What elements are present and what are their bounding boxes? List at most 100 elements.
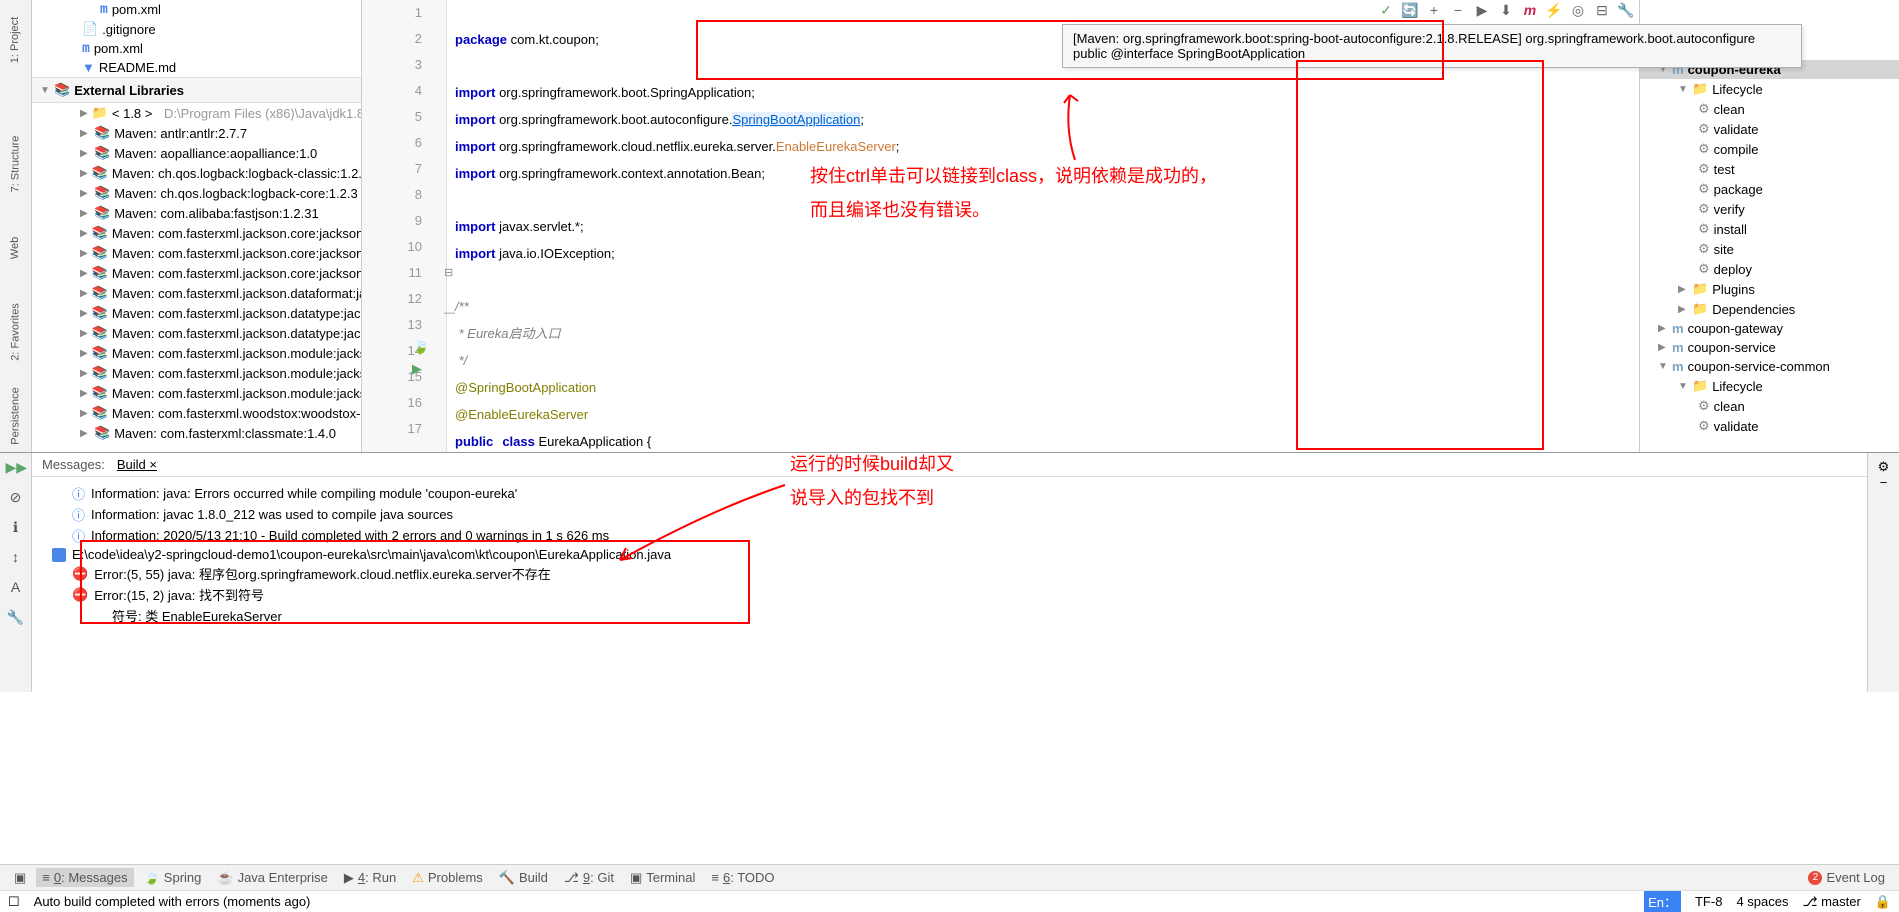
maven-goal[interactable]: ⚙validate bbox=[1640, 119, 1899, 139]
lock-icon[interactable]: 🔒 bbox=[1875, 894, 1891, 910]
bottom-tool-bar: ▣ ≡ 0: Messages 🍃 Spring ☕ Java Enterpri… bbox=[0, 864, 1899, 890]
tree-library[interactable]: ▶📚Maven: com.alibaba:fastjson:1.2.31 bbox=[32, 203, 361, 223]
tree-library[interactable]: ▶📚Maven: com.fasterxml.jackson.dataforma… bbox=[32, 283, 361, 303]
maven-module[interactable]: ▼mcoupon-service-common bbox=[1640, 357, 1899, 376]
bottom-problems[interactable]: ⚠ Problems bbox=[406, 868, 489, 888]
error-line[interactable]: ⛔Error:(5, 55) java: 程序包org.springframew… bbox=[42, 563, 1857, 584]
plus-icon[interactable]: + bbox=[1425, 2, 1443, 20]
event-log[interactable]: 2 Event Log bbox=[1802, 868, 1891, 887]
line-gutter: 1234567891011121314151617 ⊟ — bbox=[362, 0, 447, 452]
encoding[interactable]: TF-8 bbox=[1695, 894, 1722, 909]
tree-library[interactable]: ▶📚Maven: com.fasterxml.jackson.module:ja… bbox=[32, 363, 361, 383]
tree-library[interactable]: ▶📚Maven: aopalliance:aopalliance:1.0 bbox=[32, 143, 361, 163]
refresh-icon[interactable]: 🔄 bbox=[1401, 2, 1419, 20]
bottom-toggle[interactable]: ▣ bbox=[8, 868, 32, 888]
tree-library[interactable]: ▶📚Maven: com.fasterxml.woodstox:woodstox… bbox=[32, 403, 361, 423]
ctrl-click-link[interactable]: SpringBootApplication bbox=[732, 112, 860, 127]
project-tree[interactable]: mpom.xml 📄.gitignore mpom.xml ▼README.md… bbox=[32, 0, 362, 452]
bottom-spring[interactable]: 🍃 Spring bbox=[138, 868, 208, 888]
gear-icon[interactable]: ⚙ bbox=[1878, 459, 1890, 474]
tree-library[interactable]: ▶📚Maven: com.fasterxml.jackson.module:ja… bbox=[32, 383, 361, 403]
bottom-todo[interactable]: ≡ 6: TODO bbox=[705, 868, 780, 887]
tab-persistence[interactable]: Persistence bbox=[10, 387, 22, 444]
maven-module[interactable]: ▶mcoupon-service bbox=[1640, 338, 1899, 357]
maven-lifecycle[interactable]: ▼📁Lifecycle bbox=[1640, 376, 1899, 396]
info-line[interactable]: ⓘInformation: java: Errors occurred whil… bbox=[42, 483, 1857, 504]
info-line[interactable]: ⓘInformation: 2020/5/13 21:10 - Build co… bbox=[42, 525, 1857, 546]
maven-plugins[interactable]: ▶📁Plugins bbox=[1640, 279, 1899, 299]
maven-module[interactable]: ▶mcoupon-gateway bbox=[1640, 319, 1899, 338]
filter-icon[interactable]: ℹ bbox=[6, 519, 26, 539]
collapse-icon[interactable]: ⊟ bbox=[1593, 2, 1611, 20]
maven-goal[interactable]: ⚙deploy bbox=[1640, 259, 1899, 279]
tab-web[interactable]: Web bbox=[9, 237, 21, 259]
tree-library[interactable]: ▶📚Maven: com.fasterxml.jackson.core:jack… bbox=[32, 223, 361, 243]
tab-structure[interactable]: 7: Structure bbox=[10, 136, 22, 193]
maven-goal[interactable]: ⚙package bbox=[1640, 179, 1899, 199]
maven-goal[interactable]: ⚙compile bbox=[1640, 139, 1899, 159]
file-line[interactable]: E:\code\idea\y2-springcloud-demo1\coupon… bbox=[42, 546, 1857, 563]
fold-icon[interactable]: ⊟ bbox=[444, 260, 453, 286]
bottom-build[interactable]: 🔨 Build bbox=[493, 868, 554, 888]
tree-library[interactable]: ▶📚Maven: com.fasterxml.jackson.core:jack… bbox=[32, 263, 361, 283]
tree-file[interactable]: mpom.xml bbox=[32, 39, 361, 58]
maven-goal[interactable]: ⚙site bbox=[1640, 239, 1899, 259]
maven-deps[interactable]: ▶📁Dependencies bbox=[1640, 299, 1899, 319]
run-icon[interactable]: ▶ bbox=[412, 361, 429, 377]
wrench-icon[interactable]: 🔧 bbox=[6, 609, 26, 629]
minus-icon[interactable]: − bbox=[1449, 2, 1467, 20]
run-icon[interactable]: ▶ bbox=[1473, 2, 1491, 20]
options-icon[interactable]: A bbox=[6, 579, 26, 599]
tree-library[interactable]: ▶📚Maven: com.fasterxml:classmate:1.4.0 bbox=[32, 423, 361, 443]
tree-file[interactable]: ▼README.md bbox=[32, 58, 361, 77]
tree-library[interactable]: ▶📚Maven: antlr:antlr:2.7.7 bbox=[32, 123, 361, 143]
external-libraries-node[interactable]: ▼📚External Libraries bbox=[32, 77, 361, 103]
git-branch[interactable]: ⎇ master bbox=[1802, 894, 1860, 910]
settings-icon[interactable]: 🔧 bbox=[1617, 2, 1635, 20]
stop-icon[interactable]: ⊘ bbox=[6, 489, 26, 509]
maven-goal[interactable]: ⚙validate bbox=[1640, 416, 1899, 436]
rerun-icon[interactable]: ▶▶ bbox=[6, 459, 26, 479]
maven-goal[interactable]: ⚙clean bbox=[1640, 99, 1899, 119]
tree-jdk[interactable]: ▶📁< 1.8 > D:\Program Files (x86)\Java\jd… bbox=[32, 103, 361, 123]
maven-goal[interactable]: ⚙clean bbox=[1640, 396, 1899, 416]
bottom-git[interactable]: ⎇ 9: Git bbox=[558, 868, 620, 888]
build-tab[interactable]: Build × bbox=[117, 457, 157, 472]
ime-indicator[interactable]: En： bbox=[1644, 891, 1681, 912]
download-icon[interactable]: ⬇ bbox=[1497, 2, 1515, 20]
folder-icon: 📁 bbox=[1692, 81, 1708, 97]
bottom-terminal[interactable]: ▣ Terminal bbox=[624, 868, 701, 888]
bottom-javaee[interactable]: ☕ Java Enterprise bbox=[211, 868, 334, 888]
fold-icon[interactable]: — bbox=[444, 300, 455, 326]
tree-file[interactable]: mpom.xml bbox=[32, 0, 361, 19]
maven-goal[interactable]: ⚙verify bbox=[1640, 199, 1899, 219]
tree-library[interactable]: ▶📚Maven: ch.qos.logback:logback-classic:… bbox=[32, 163, 361, 183]
graph-icon[interactable]: ⚡ bbox=[1545, 2, 1563, 20]
bottom-messages[interactable]: ≡ 0: Messages bbox=[36, 868, 133, 887]
tree-library[interactable]: ▶📚Maven: com.fasterxml.jackson.datatype:… bbox=[32, 303, 361, 323]
tree-library[interactable]: ▶📚Maven: com.fasterxml.jackson.datatype:… bbox=[32, 323, 361, 343]
minimize-icon[interactable]: − bbox=[1880, 475, 1888, 490]
tree-file[interactable]: 📄.gitignore bbox=[32, 19, 361, 39]
tree-library[interactable]: ▶📚Maven: com.fasterxml.jackson.core:jack… bbox=[32, 243, 361, 263]
library-icon: 📚 bbox=[92, 245, 108, 261]
target-icon[interactable]: ◎ bbox=[1569, 2, 1587, 20]
messages-output[interactable]: ⓘInformation: java: Errors occurred whil… bbox=[32, 477, 1867, 632]
maven-goal[interactable]: ⚙install bbox=[1640, 219, 1899, 239]
tab-favorites[interactable]: 2: Favorites bbox=[10, 303, 22, 360]
maven-goal[interactable]: ⚙test bbox=[1640, 159, 1899, 179]
maven-m-icon[interactable]: m bbox=[1521, 2, 1539, 20]
indent[interactable]: 4 spaces bbox=[1736, 894, 1788, 909]
status-checkbox[interactable]: ☐ bbox=[8, 894, 20, 910]
bottom-run[interactable]: ▶ 4: Run bbox=[338, 868, 402, 888]
status-bar: ☐ Auto build completed with errors (mome… bbox=[0, 890, 1899, 912]
tree-library[interactable]: ▶📚Maven: ch.qos.logback:logback-core:1.2… bbox=[32, 183, 361, 203]
tab-project[interactable]: 1: Project bbox=[10, 17, 22, 63]
info-line[interactable]: ⓘInformation: javac 1.8.0_212 was used t… bbox=[42, 504, 1857, 525]
expand-icon[interactable]: ↕ bbox=[6, 549, 26, 569]
error-line[interactable]: ⛔Error:(15, 2) java: 找不到符号 bbox=[42, 584, 1857, 605]
tree-library[interactable]: ▶📚Maven: com.fasterxml.jackson.module:ja… bbox=[32, 343, 361, 363]
code-editor[interactable]: 1234567891011121314151617 ⊟ — 🍃 ▶ packag… bbox=[362, 0, 1639, 452]
maven-lifecycle[interactable]: ▼📁Lifecycle bbox=[1640, 79, 1899, 99]
collapse-arrow-icon: ▶ bbox=[80, 348, 88, 359]
